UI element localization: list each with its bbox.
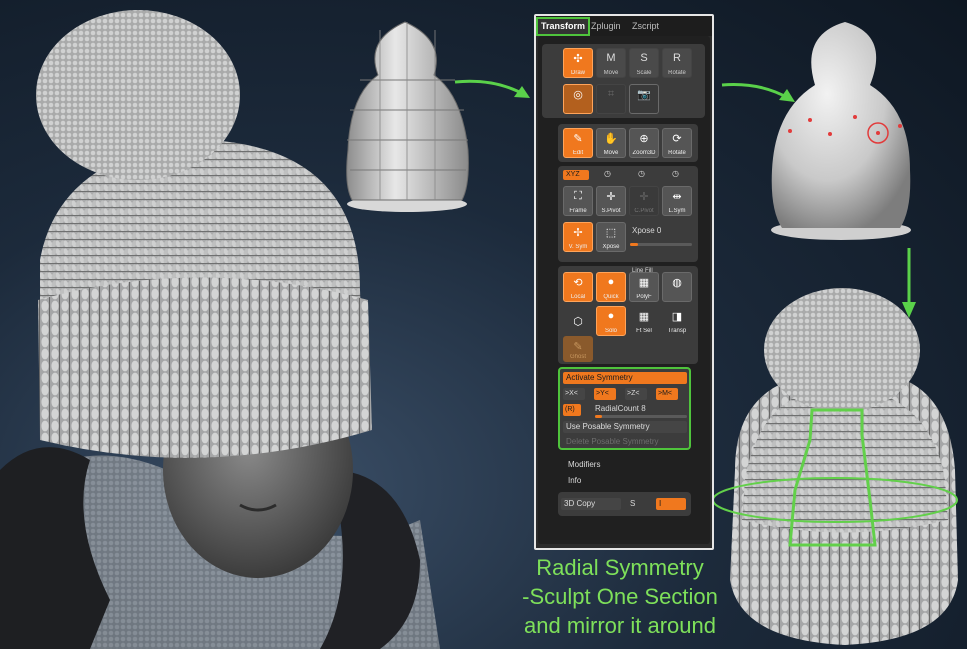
m-axis-toggle[interactable]: >M< bbox=[656, 388, 678, 400]
move-tool-button[interactable]: M Move bbox=[596, 48, 626, 78]
activate-symmetry-button[interactable]: Activate Symmetry bbox=[563, 372, 687, 384]
grid-icon: ▦ bbox=[638, 311, 650, 323]
matcap-button[interactable]: ◍ bbox=[662, 272, 692, 302]
knitted-result bbox=[712, 288, 958, 645]
palette-tabs: Transform Zplugin Zscript bbox=[536, 16, 712, 36]
vsym-button[interactable]: ✢ V. Sym bbox=[563, 222, 593, 252]
cube-icon: ⬡ bbox=[573, 316, 583, 328]
transp-button[interactable]: ◨ Transp bbox=[662, 306, 692, 336]
palette-pane: ✣ Draw M Move S Scale R Rotate ◎ ⌗ � bbox=[538, 36, 710, 544]
solo-button[interactable]: ● Solo bbox=[596, 306, 626, 336]
gizmo-icon: ◎ bbox=[573, 89, 583, 101]
local-icon: ⟲ bbox=[573, 277, 583, 289]
rotate-icon: R bbox=[673, 52, 681, 64]
radial-count-fill bbox=[595, 415, 602, 418]
ghost-icon: ✎ bbox=[573, 341, 583, 353]
local-button[interactable]: ⟲ Local bbox=[563, 272, 593, 302]
use-posable-symmetry-button[interactable]: Use Posable Symmetry bbox=[563, 421, 687, 433]
caption: Radial Symmetry -Sculpt One Section and … bbox=[505, 553, 735, 640]
3d-copy-button[interactable]: 3D Copy bbox=[561, 498, 621, 510]
xpose-button[interactable]: ⬚ Xpose bbox=[596, 222, 626, 252]
rotate-tool-button[interactable]: R Rotate bbox=[662, 48, 692, 78]
scale-tool-button[interactable]: S Scale bbox=[629, 48, 659, 78]
polyframe-icon: ▦ bbox=[638, 277, 650, 289]
draw-icon: ✣ bbox=[573, 53, 583, 65]
transparency-icon: ◨ bbox=[671, 311, 683, 323]
spivot-button[interactable]: ✛ S.Pivot bbox=[596, 186, 626, 216]
copy-i-toggle[interactable]: I bbox=[656, 498, 686, 510]
frame-icon: ⛶ bbox=[574, 190, 582, 202]
ftsel-button[interactable]: ▦ Ft Sel bbox=[629, 306, 659, 336]
lowpoly-mesh bbox=[346, 21, 469, 212]
transpose-button[interactable]: ⌗ bbox=[596, 84, 626, 114]
y-axis-toggle[interactable]: >Y< bbox=[594, 388, 616, 400]
pivot-icon: ✛ bbox=[606, 191, 616, 203]
hand-icon: ✋ bbox=[604, 133, 618, 145]
transform-palette: Transform Zplugin Zscript ✣ Draw M Move … bbox=[534, 14, 714, 550]
camera-icon: 📷 bbox=[637, 89, 651, 101]
lsym-button[interactable]: ⇹ L.Sym bbox=[662, 186, 692, 216]
draw-button[interactable]: ✣ Draw bbox=[563, 48, 593, 78]
edit-button[interactable]: ✎ Edit bbox=[563, 128, 593, 158]
radial-toggle[interactable]: (R) bbox=[563, 404, 581, 416]
info-subpalette[interactable]: Info bbox=[568, 476, 581, 485]
gizmo-button[interactable]: ◎ bbox=[563, 84, 593, 114]
quick-button[interactable]: ● Quick bbox=[596, 272, 626, 302]
copy-row: 3D Copy S I bbox=[558, 492, 691, 516]
xpose-slider-label: Xpose 0 bbox=[632, 226, 662, 235]
scale-icon: S bbox=[640, 52, 648, 64]
delete-posable-symmetry-button[interactable]: Delete Posable Symmetry bbox=[563, 436, 687, 448]
xyz-rotate-toggle[interactable]: XYZ bbox=[563, 170, 589, 180]
vsym-icon: ✢ bbox=[573, 227, 583, 239]
z-axis-toggle[interactable]: >Z< bbox=[625, 388, 647, 400]
radial-count-slider[interactable] bbox=[595, 415, 687, 418]
rotate-view-icon: ⟳ bbox=[672, 133, 682, 145]
tab-zplugin[interactable]: Zplugin bbox=[588, 19, 624, 34]
view-tools-group: ✎ Edit ✋ Move ⊕ Zoom3D ⟳ Rotate bbox=[558, 124, 698, 162]
display-group: Line Fill ⟲ Local ● Quick ▦ PolyF ◍ ⬡ ● … bbox=[558, 266, 698, 364]
view-move-button[interactable]: ✋ Move bbox=[596, 128, 626, 158]
polyf-button[interactable]: ▦ PolyF bbox=[629, 272, 659, 302]
transform-tools-group: ✣ Draw M Move S Scale R Rotate ◎ ⌗ � bbox=[542, 44, 705, 118]
cube-button[interactable]: ⬡ bbox=[563, 306, 593, 336]
cpivot-button[interactable]: ✛ C.Pivot bbox=[629, 186, 659, 216]
copy-s-label: S bbox=[630, 499, 636, 508]
scene-artwork bbox=[0, 10, 958, 649]
modifiers-subpalette[interactable]: Modifiers bbox=[568, 460, 600, 469]
sphere-icon: ◍ bbox=[672, 277, 682, 289]
solo-icon: ● bbox=[607, 310, 615, 322]
local-symmetry-icon: ⇹ bbox=[672, 191, 682, 203]
cpivot-icon: ✛ bbox=[639, 191, 649, 203]
frame-group: XYZ ◷ ◷ ◷ ⛶ Frame ✛ S.Pivot ✛ C.Pivot ⇹ … bbox=[558, 166, 698, 262]
edit-icon: ✎ bbox=[573, 133, 583, 145]
symmetry-group: Activate Symmetry >X< >Y< >Z< >M< (R) Ra… bbox=[558, 367, 691, 450]
ghost-button[interactable]: ✎ Ghost bbox=[563, 336, 593, 362]
caption-line-2: -Sculpt One Section bbox=[522, 584, 718, 609]
move-icon: M bbox=[606, 52, 616, 64]
tab-zscript[interactable]: Zscript bbox=[629, 19, 662, 34]
zoom3d-button[interactable]: ⊕ Zoom3D bbox=[629, 128, 659, 158]
rotate-axis-icon[interactable]: ◷ bbox=[672, 169, 679, 178]
radial-count-label: RadialCount 8 bbox=[595, 404, 646, 413]
smooth-mesh bbox=[771, 22, 911, 240]
xpose-slider-fill bbox=[630, 243, 638, 246]
y-rotate-icon[interactable]: ◷ bbox=[604, 169, 611, 178]
view-rotate-button[interactable]: ⟳ Rotate bbox=[662, 128, 692, 158]
z-rotate-icon[interactable]: ◷ bbox=[638, 169, 645, 178]
x-axis-toggle[interactable]: >X< bbox=[563, 388, 585, 400]
xpose-slider[interactable] bbox=[630, 243, 692, 246]
caption-line-3: and mirror it around bbox=[524, 613, 716, 638]
frame-button[interactable]: ⛶ Frame bbox=[563, 186, 593, 216]
tab-transform[interactable]: Transform bbox=[536, 17, 591, 36]
transpose-icon: ⌗ bbox=[607, 88, 615, 100]
xpose-icon: ⬚ bbox=[605, 227, 617, 239]
caption-line-1: Radial Symmetry bbox=[536, 555, 704, 580]
quick-icon: ● bbox=[607, 276, 615, 288]
snapshot-button[interactable]: 📷 bbox=[629, 84, 659, 114]
zoom-icon: ⊕ bbox=[639, 133, 649, 145]
